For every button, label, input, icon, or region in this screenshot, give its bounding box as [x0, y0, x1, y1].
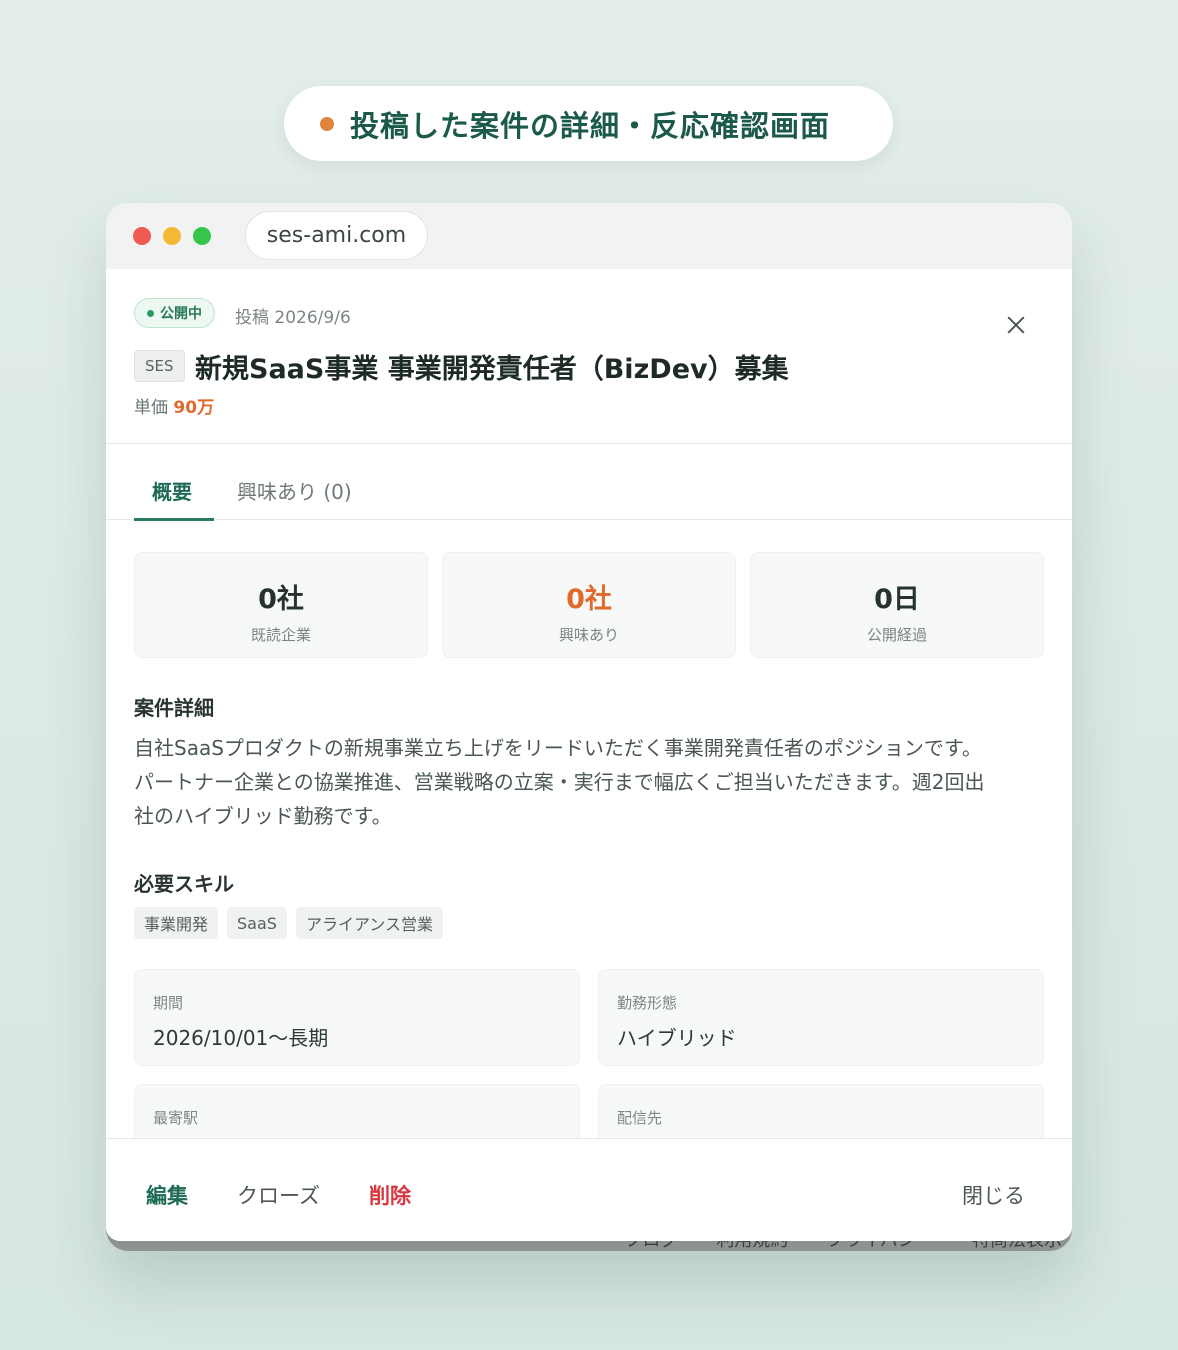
address-bar[interactable]: ses-ami.com	[245, 211, 428, 260]
field-period: 期間 2026/10/01〜長期	[134, 969, 580, 1066]
stat-card-elapsed: 0日 公開経過	[750, 552, 1044, 658]
field-label: 勤務形態	[617, 994, 678, 1012]
close-job-button[interactable]: クローズ	[237, 1180, 320, 1210]
unit-price-value: 90万	[173, 398, 215, 418]
posted-date: 投稿 2026/9/6	[235, 308, 351, 328]
field-label: 期間	[153, 994, 184, 1012]
description-line: 社のハイブリッド勤務です。	[134, 804, 392, 828]
description-line: パートナー企業との協業推進、営業戦略の立案・実行まで幅広くご担当いただきます。週…	[134, 770, 985, 794]
skills-heading: 必要スキル	[134, 872, 234, 896]
stat-label: 既読企業	[250, 626, 311, 644]
active-tab-indicator	[134, 518, 214, 521]
close-icon[interactable]	[1004, 313, 1028, 337]
bullet-dot-icon	[320, 116, 334, 131]
status-badge: 公開中	[134, 298, 215, 328]
window-close-icon[interactable]	[133, 227, 151, 245]
tab-overview[interactable]: 概要	[152, 476, 192, 505]
edit-button[interactable]: 編集	[146, 1180, 188, 1210]
skill-tag: アライアンス営業	[295, 907, 443, 939]
details-heading: 案件詳細	[134, 696, 214, 720]
field-value: ハイブリッド	[617, 1026, 737, 1050]
banner-title: 投稿した案件の詳細・反応確認画面	[350, 108, 831, 143]
status-dot-icon	[147, 309, 154, 317]
description-line: 自社SaaSプロダクトの新規事業立ち上げをリードいただく事業開発責任者のポジショ…	[134, 736, 982, 760]
job-type-tag: SES	[134, 350, 185, 382]
stat-card-interested: 0社 興味あり	[442, 552, 736, 658]
browser-toolbar: ses-ami.com	[106, 203, 1072, 269]
skill-tag: 事業開発	[134, 907, 219, 939]
job-detail-modal: 公開中 投稿 2026/9/6 SES 新規SaaS事業 事業開発責任者（Biz…	[106, 269, 1072, 1241]
field-work-style: 勤務形態 ハイブリッド	[598, 969, 1044, 1066]
stat-label: 公開経過	[866, 626, 927, 644]
unit-price-label: 単価	[134, 398, 168, 418]
window-maximize-icon[interactable]	[193, 227, 211, 245]
stat-label: 興味あり	[558, 626, 619, 644]
modal-header: 公開中 投稿 2026/9/6 SES 新規SaaS事業 事業開発責任者（Biz…	[106, 269, 1072, 444]
tab-interested[interactable]: 興味あり (0)	[237, 476, 352, 505]
unit-price: 単価 90万	[134, 393, 214, 418]
status-label: 公開中	[160, 306, 202, 322]
tab-bar: 概要 興味あり (0)	[134, 466, 1044, 521]
field-value: 2026/10/01〜長期	[153, 1026, 329, 1050]
job-description: 自社SaaSプロダクトの新規事業立ち上げをリードいただく事業開発責任者のポジショ…	[134, 731, 1039, 833]
field-label: 配信先	[617, 1109, 663, 1127]
stat-value: 0日	[874, 584, 920, 615]
delete-button[interactable]: 削除	[369, 1180, 411, 1210]
modal-footer: 編集 クローズ 削除 閉じる	[106, 1138, 1072, 1241]
stat-value: 0社	[258, 584, 304, 615]
window-minimize-icon[interactable]	[163, 227, 181, 245]
stat-card-read: 0社 既読企業	[134, 552, 428, 658]
field-label: 最寄駅	[153, 1109, 199, 1127]
skill-tag: SaaS	[227, 907, 287, 939]
job-title: 新規SaaS事業 事業開発責任者（BizDev）募集	[195, 354, 789, 385]
screen-title-banner: 投稿した案件の詳細・反応確認画面	[284, 86, 893, 161]
stat-value: 0社	[566, 584, 612, 615]
browser-window: ses-ami.com ブログ 利用規約 プライバシー 特商法表示 公開中 投稿…	[106, 203, 1072, 1251]
skill-tags: 事業開発 SaaS アライアンス営業	[134, 907, 443, 939]
page-viewport: ブログ 利用規約 プライバシー 特商法表示 公開中 投稿 2026/9/6 SE…	[106, 269, 1072, 1251]
dismiss-button[interactable]: 閉じる	[962, 1180, 1025, 1210]
